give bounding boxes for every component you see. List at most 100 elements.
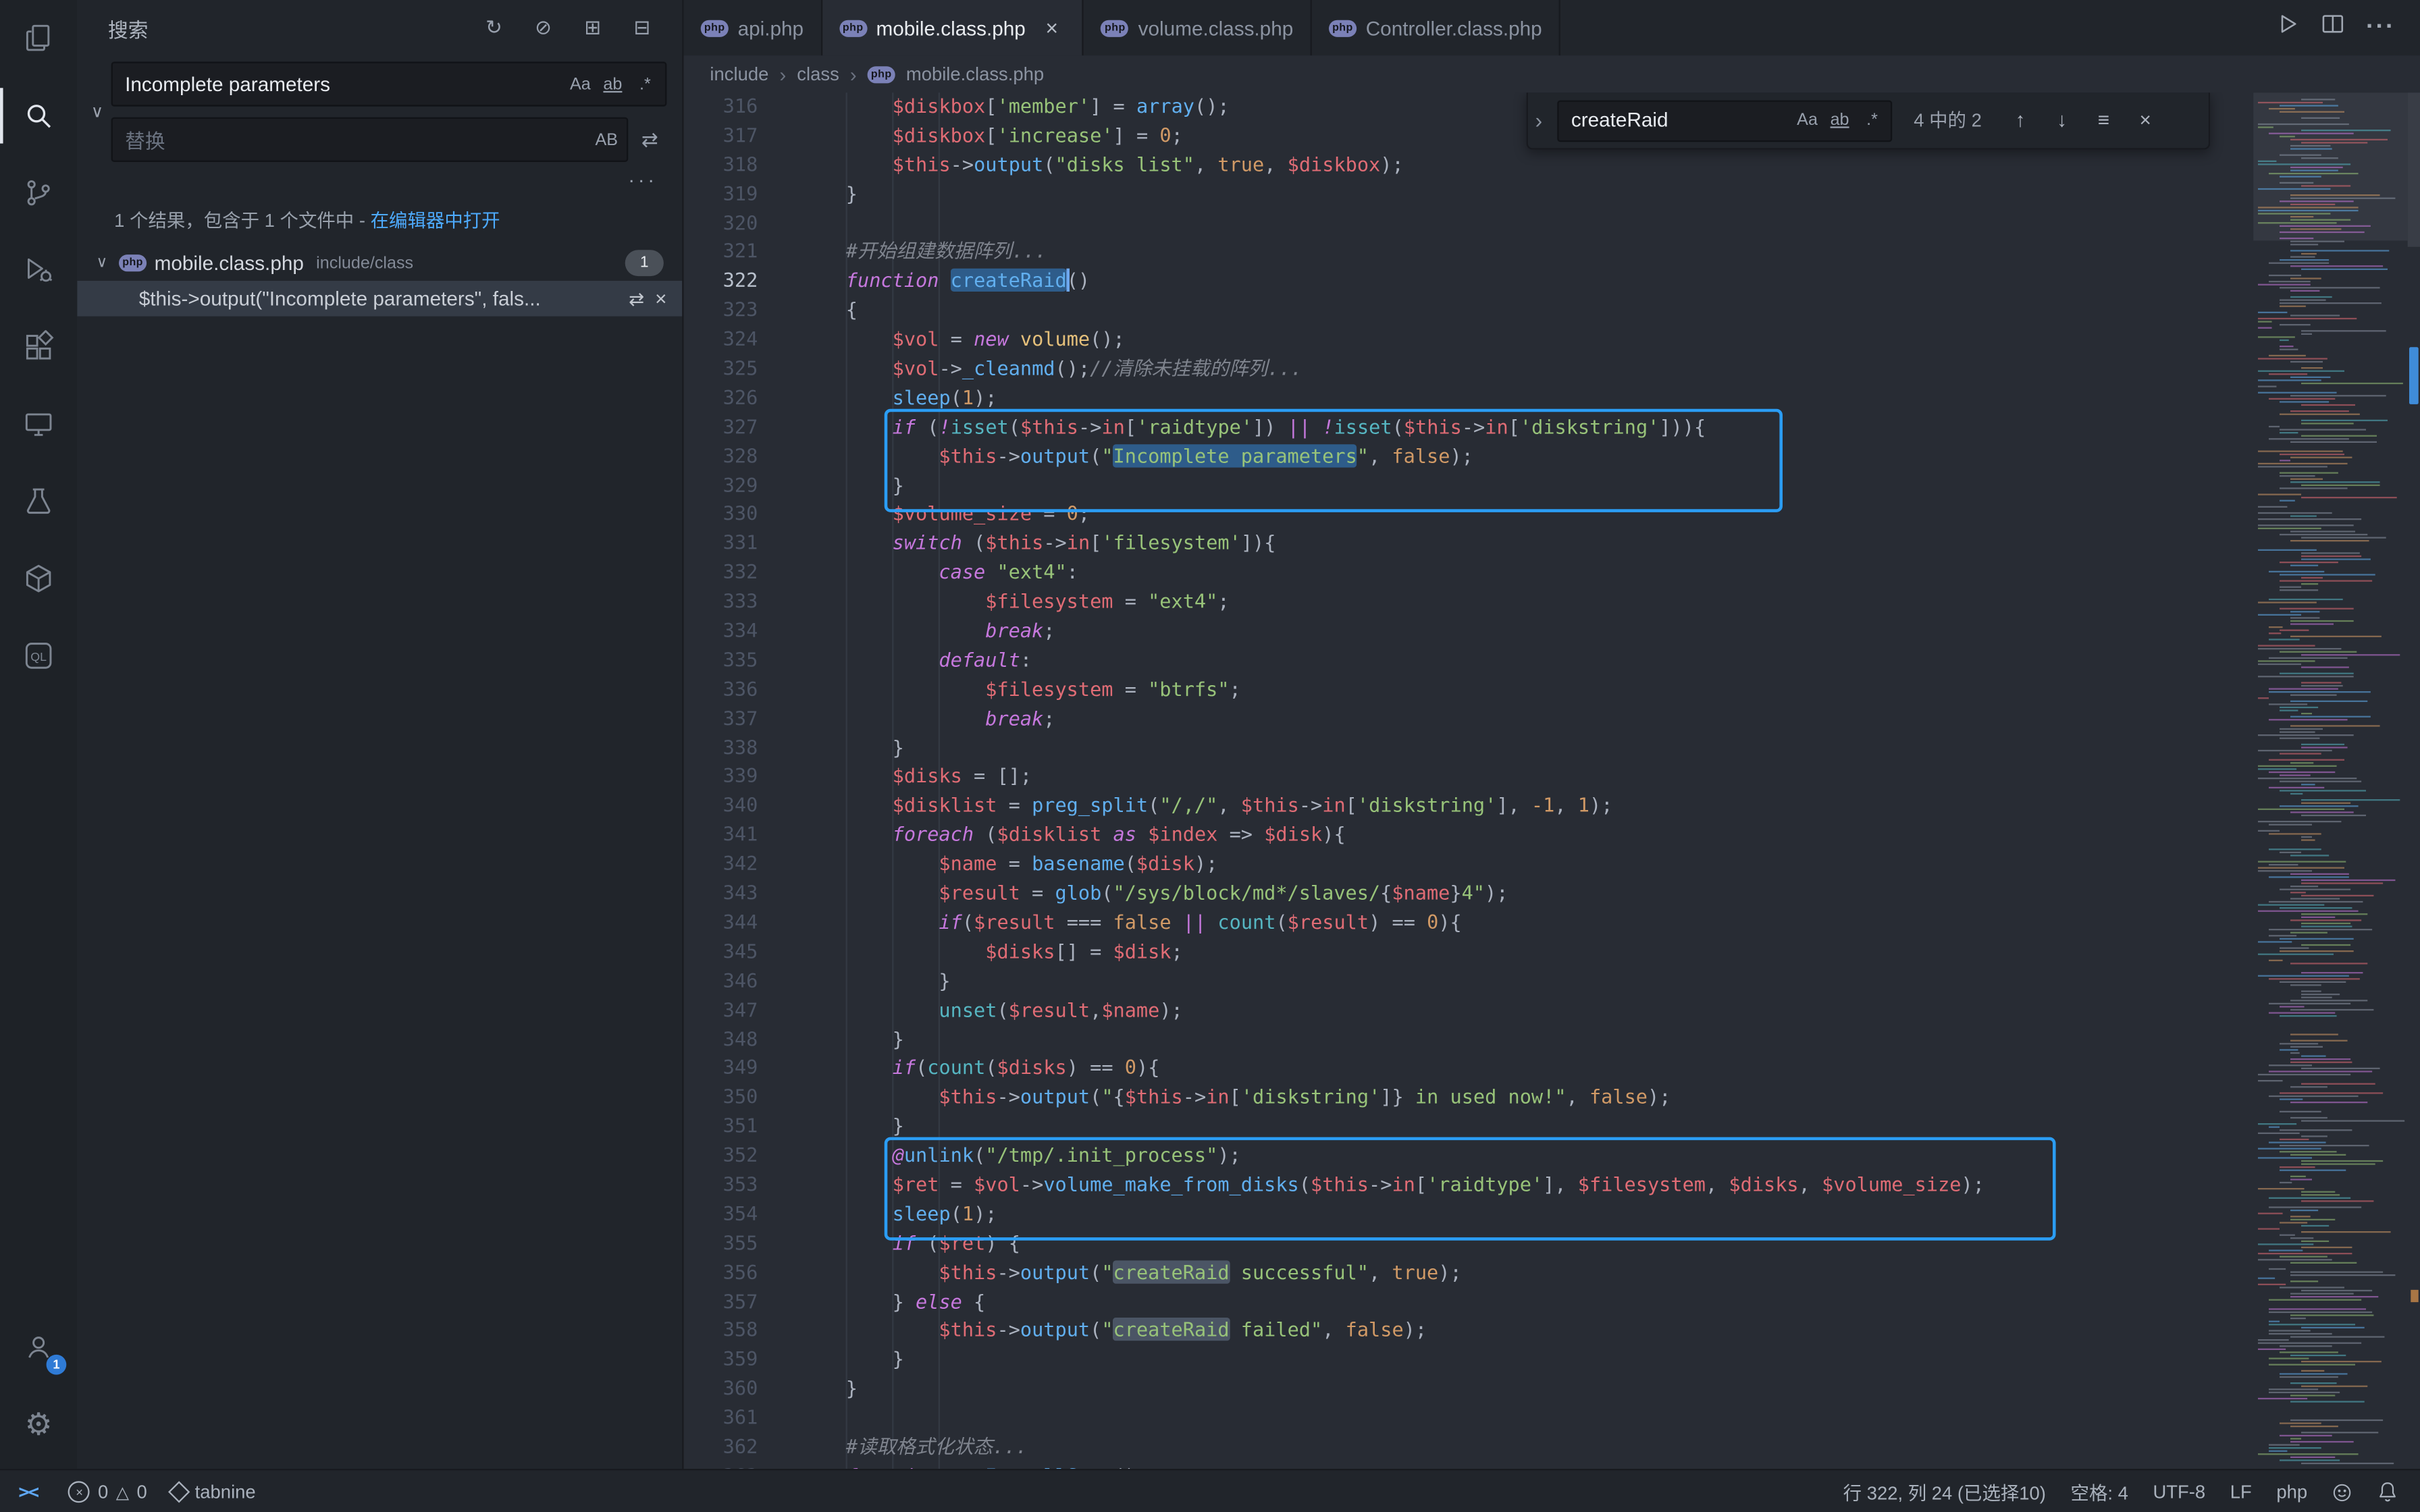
code-line[interactable]: 360 } <box>684 1375 2254 1404</box>
feedback-icon[interactable] <box>2319 1470 2364 1512</box>
code-line[interactable]: 324 $vol = new volume(); <box>684 326 2254 355</box>
code-line[interactable]: 344 if($result === false || count($resul… <box>684 909 2254 938</box>
more-actions-button[interactable]: ··· <box>2366 14 2395 42</box>
find-next-icon[interactable]: ↓ <box>2045 103 2079 137</box>
minimap[interactable] <box>2253 92 2408 1469</box>
code-line[interactable]: 359 } <box>684 1346 2254 1375</box>
code-line[interactable]: 343 $result = glob("/sys/block/md*/slave… <box>684 880 2254 909</box>
code-line[interactable]: 322 function createRaid() <box>684 267 2254 296</box>
preserve-case-toggle[interactable]: AB <box>591 124 622 155</box>
code-line[interactable]: 321 #开始组建数据阵列... <box>684 238 2254 267</box>
search-input[interactable]: Incomplete parameters Aa ab .* <box>111 61 667 106</box>
find-toggle-replace-icon[interactable]: › <box>1528 92 1550 148</box>
match-case-toggle[interactable]: Aa <box>565 69 596 100</box>
package-icon[interactable] <box>0 540 77 617</box>
code-line[interactable]: 340 $disklist = preg_split("/,/", $this-… <box>684 792 2254 821</box>
code-line[interactable]: 335 default: <box>684 647 2254 676</box>
code-line[interactable]: 320 <box>684 209 2254 238</box>
remote-explorer-icon[interactable] <box>0 385 77 462</box>
close-tab-icon[interactable]: × <box>1038 14 1066 42</box>
find-close-icon[interactable]: × <box>2128 103 2162 137</box>
code-line[interactable]: 325 $vol->_cleanmd();//清除未挂载的阵列... <box>684 355 2254 384</box>
testing-beaker-icon[interactable] <box>0 463 77 540</box>
eol[interactable]: LF <box>2217 1470 2264 1512</box>
replace-input[interactable]: 替换 AB <box>111 117 629 162</box>
source-control-icon[interactable] <box>0 155 77 232</box>
settings-gear-icon[interactable]: ⚙ <box>0 1386 77 1463</box>
find-in-selection-icon[interactable]: ≡ <box>2086 103 2120 137</box>
run-debug-icon[interactable] <box>0 232 77 308</box>
codeql-icon[interactable]: QL <box>0 617 77 694</box>
code-line[interactable]: 336 $filesystem = "btrfs"; <box>684 676 2254 705</box>
tab-api-php[interactable]: php api.php <box>684 0 822 55</box>
find-whole-word-toggle[interactable]: ab <box>1824 105 1856 136</box>
code-line[interactable]: 318 $this->output("disks list", true, $d… <box>684 151 2254 180</box>
search-icon[interactable] <box>0 77 77 154</box>
replace-all-icon[interactable]: ⇄ <box>633 123 666 157</box>
scrollbar-slider[interactable] <box>2408 92 2420 247</box>
code-line[interactable]: 319 } <box>684 180 2254 209</box>
code-line[interactable]: 338 } <box>684 734 2254 763</box>
code-line[interactable]: 362 #读取格式化状态... <box>684 1433 2254 1462</box>
code-line[interactable]: 323 { <box>684 296 2254 325</box>
code-line[interactable]: 350 $this->output("{$this->in['diskstrin… <box>684 1083 2254 1112</box>
code-line[interactable]: 346 } <box>684 967 2254 996</box>
explorer-icon[interactable] <box>0 0 77 77</box>
tab-controller-class-php[interactable]: php Controller.class.php <box>1312 0 1560 55</box>
cursor-position[interactable]: 行 322, 列 24 (已选择10) <box>1831 1470 2058 1512</box>
toggle-search-details[interactable]: ··· <box>77 162 682 191</box>
whole-word-toggle[interactable]: ab <box>598 69 629 100</box>
code-line[interactable]: 332 case "ext4": <box>684 559 2254 588</box>
tab-mobile-class-php[interactable]: php mobile.class.php × <box>822 0 1084 55</box>
code-line[interactable]: 333 $filesystem = "ext4"; <box>684 588 2254 617</box>
code-line[interactable]: 341 foreach ($disklist as $index => $dis… <box>684 821 2254 850</box>
refresh-icon[interactable]: ↻ <box>479 12 510 43</box>
result-file-row[interactable]: ∨ php mobile.class.php include/class 1 <box>77 245 682 281</box>
toggle-replace-button[interactable]: ∨ <box>83 61 111 162</box>
code-line[interactable]: 354 sleep(1); <box>684 1200 2254 1229</box>
code-line[interactable]: 351 } <box>684 1112 2254 1141</box>
clear-search-results-icon[interactable]: ⊘ <box>528 12 559 43</box>
problems-button[interactable]: ×0 △0 <box>56 1470 159 1512</box>
find-input[interactable]: createRaid Aa ab .* <box>1557 99 1892 141</box>
code-line[interactable]: 358 $this->output("createRaid failed", f… <box>684 1317 2254 1346</box>
code-line[interactable]: 330 $volume_size = 0; <box>684 501 2254 530</box>
code-line[interactable]: 361 <box>684 1404 2254 1433</box>
code-line[interactable]: 342 $name = basename($disk); <box>684 850 2254 880</box>
regex-toggle[interactable]: .* <box>630 69 661 100</box>
accounts-icon[interactable]: 1 <box>0 1308 77 1385</box>
code-line[interactable]: 339 $disks = []; <box>684 763 2254 792</box>
code-line[interactable]: 329 } <box>684 471 2254 500</box>
open-search-editor-icon[interactable]: ⊞ <box>577 12 608 43</box>
extensions-icon[interactable] <box>0 308 77 385</box>
language-mode[interactable]: php <box>2264 1470 2319 1512</box>
scrollbar[interactable] <box>2408 92 2420 1469</box>
code-line[interactable]: 337 break; <box>684 705 2254 734</box>
collapse-all-icon[interactable]: ⊟ <box>627 12 658 43</box>
open-in-editor-link[interactable]: 在编辑器中打开 <box>371 210 500 232</box>
split-editor-button[interactable] <box>2321 12 2344 43</box>
code-line[interactable]: 347 unset($result,$name); <box>684 996 2254 1025</box>
find-regex-toggle[interactable]: .* <box>1857 105 1888 136</box>
replace-match-icon[interactable]: ⇄ <box>629 288 644 309</box>
code-line[interactable]: 331 switch ($this->in['filesystem']){ <box>684 530 2254 559</box>
code-line[interactable]: 363 function getInstallStat() <box>684 1463 2254 1469</box>
code-line[interactable]: 326 sleep(1); <box>684 384 2254 413</box>
indentation[interactable]: 空格: 4 <box>2058 1470 2140 1512</box>
find-match-case-toggle[interactable]: Aa <box>1792 105 1823 136</box>
run-button[interactable] <box>2276 12 2299 43</box>
code-line[interactable]: 345 $disks[] = $disk; <box>684 938 2254 967</box>
encoding[interactable]: UTF-8 <box>2140 1470 2217 1512</box>
code-line[interactable]: 357 } else { <box>684 1287 2254 1316</box>
code-line[interactable]: 355 if ($ret) { <box>684 1229 2254 1258</box>
code-line[interactable]: 356 $this->output("createRaid successful… <box>684 1258 2254 1287</box>
dismiss-match-icon[interactable]: × <box>655 287 666 310</box>
code-line[interactable]: 348 } <box>684 1025 2254 1054</box>
code-line[interactable]: 349 if(count($disks) == 0){ <box>684 1054 2254 1083</box>
breadcrumb[interactable]: include› class› php mobile.class.php <box>684 55 2420 92</box>
code-line[interactable]: 334 break; <box>684 617 2254 646</box>
code-line[interactable]: 328 $this->output("Incomplete parameters… <box>684 442 2254 471</box>
search-result-item[interactable]: $this->output("Incomplete parameters", f… <box>77 281 682 317</box>
notifications-bell-icon[interactable] <box>2365 1470 2411 1512</box>
code-editor[interactable]: 316 $diskbox['member'] = array();317 $di… <box>684 92 2420 1469</box>
